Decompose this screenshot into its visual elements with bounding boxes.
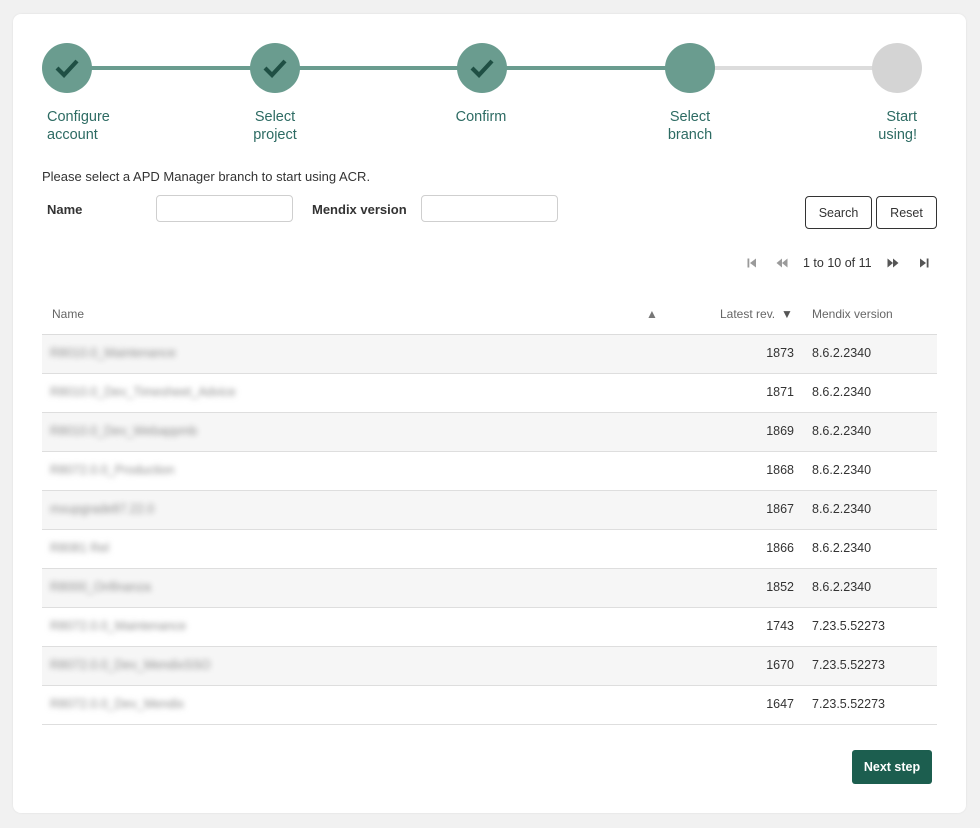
mendix-version-cell: 8.6.2.2340: [812, 463, 872, 477]
step-5-circle: [872, 43, 922, 93]
latest-rev-cell: 1852: [766, 580, 794, 594]
step-3-label: Confirm: [455, 109, 507, 125]
table-row[interactable]: R8081 Rel 1866 8.6.2.2340: [42, 530, 937, 569]
step-connector: [276, 66, 484, 70]
branch-name-cell: R8010.0_Dev_Webappmb: [50, 424, 198, 438]
mendix-version-cell: 8.6.2.2340: [812, 541, 872, 555]
reset-button[interactable]: Reset: [876, 196, 937, 229]
table-body: R8010.0_Maintenance 1873 8.6.2.2340 R8010.0…: [42, 335, 937, 725]
step-connector: [692, 66, 900, 70]
mendix-version-cell: 8.6.2.2340: [812, 580, 872, 594]
table-row[interactable]: R8010.0_Maintenance 1873 8.6.2.2340: [42, 335, 937, 374]
pagination-status: 1 to 10 of 11: [803, 256, 872, 270]
branch-name-cell: R8072.0.0_Dev_MendixSSO: [50, 658, 211, 672]
step-2-circle: [250, 43, 300, 93]
mendix-version-cell: 8.6.2.2340: [812, 346, 872, 360]
branch-name-cell: R8000_Onfinanza: [50, 580, 151, 594]
step-connector: [484, 66, 692, 70]
checkmark-icon: [263, 59, 287, 78]
name-filter-label: Name: [47, 202, 83, 217]
latest-rev-column-header[interactable]: Latest rev.: [720, 307, 775, 321]
wizard-card: Configure account Select project Confirm…: [13, 14, 966, 813]
branch-name-cell: R8072.0.0_Dev_Mendix: [50, 697, 185, 711]
name-column-header[interactable]: Name: [52, 307, 84, 321]
table-row[interactable]: R8072.0.0_Dev_MendixSSO 1670 7.23.5.52273: [42, 647, 937, 686]
branch-name-cell: mxupgrade87.22.0: [50, 502, 155, 516]
latest-rev-cell: 1866: [766, 541, 794, 555]
step-4-circle: [665, 43, 715, 93]
latest-rev-cell: 1647: [766, 697, 794, 711]
step-1-label: Configure account: [47, 109, 110, 143]
branch-name-cell: R8010.0_Maintenance: [50, 346, 176, 360]
table-row[interactable]: R8010.0_Dev_Webappmb 1869 8.6.2.2340: [42, 413, 937, 452]
table-row[interactable]: R8072.0.0_Dev_Mendix 1647 7.23.5.52273: [42, 686, 937, 725]
branch-name-cell: R8081 Rel: [50, 541, 110, 555]
checkmark-icon: [470, 59, 494, 78]
step-2-label: Select project: [253, 109, 297, 143]
step-3-circle: [457, 43, 507, 93]
checkmark-icon: [55, 59, 79, 78]
mendix-version-cell: 8.6.2.2340: [812, 424, 872, 438]
table-row[interactable]: R8010.0_Dev_Timesheet_Advice 1871 8.6.2.23…: [42, 374, 937, 413]
next-step-button[interactable]: Next step: [852, 750, 932, 784]
next-page-icon[interactable]: [887, 257, 899, 269]
branch-name-cell: R8072.0.0_Production: [50, 463, 175, 477]
mendix-version-cell: 8.6.2.2340: [812, 502, 872, 516]
step-5-label: Start using!: [878, 109, 917, 143]
latest-rev-cell: 1871: [766, 385, 794, 399]
mendix-version-column-header[interactable]: Mendix version: [812, 307, 893, 321]
table-header: Name ▲ Latest rev. ▼ Mendix version: [42, 295, 937, 335]
latest-rev-cell: 1869: [766, 424, 794, 438]
mendix-version-cell: 7.23.5.52273: [812, 619, 885, 633]
sort-ascending-icon[interactable]: ▲: [646, 307, 658, 321]
latest-rev-cell: 1867: [766, 502, 794, 516]
progress-stepper: Configure account Select project Confirm…: [13, 14, 966, 154]
name-filter-input[interactable]: [156, 195, 293, 222]
table-row[interactable]: R8072.0.0_Maintenance 1743 7.23.5.52273: [42, 608, 937, 647]
mendix-version-filter-input[interactable]: [421, 195, 558, 222]
search-button[interactable]: Search: [805, 196, 872, 229]
previous-page-icon[interactable]: [776, 257, 788, 269]
table-row[interactable]: mxupgrade87.22.0 1867 8.6.2.2340: [42, 491, 937, 530]
step-4-label: Select branch: [667, 109, 713, 143]
branches-table: Name ▲ Latest rev. ▼ Mendix version R801…: [42, 295, 937, 725]
latest-rev-cell: 1873: [766, 346, 794, 360]
step-connector: [68, 66, 276, 70]
table-row[interactable]: R8000_Onfinanza 1852 8.6.2.2340: [42, 569, 937, 608]
mendix-version-cell: 8.6.2.2340: [812, 385, 872, 399]
sort-descending-icon[interactable]: ▼: [781, 307, 793, 321]
table-row[interactable]: R8072.0.0_Production 1868 8.6.2.2340: [42, 452, 937, 491]
instruction-text: Please select a APD Manager branch to st…: [42, 169, 371, 184]
mendix-version-filter-label: Mendix version: [312, 202, 407, 217]
mendix-version-cell: 7.23.5.52273: [812, 658, 885, 672]
step-1-circle: [42, 43, 92, 93]
last-page-icon[interactable]: [918, 257, 930, 269]
branch-name-cell: R8010.0_Dev_Timesheet_Advice: [50, 385, 236, 399]
first-page-icon[interactable]: [746, 257, 758, 269]
branch-name-cell: R8072.0.0_Maintenance: [50, 619, 187, 633]
latest-rev-cell: 1868: [766, 463, 794, 477]
latest-rev-cell: 1743: [766, 619, 794, 633]
latest-rev-cell: 1670: [766, 658, 794, 672]
mendix-version-cell: 7.23.5.52273: [812, 697, 885, 711]
